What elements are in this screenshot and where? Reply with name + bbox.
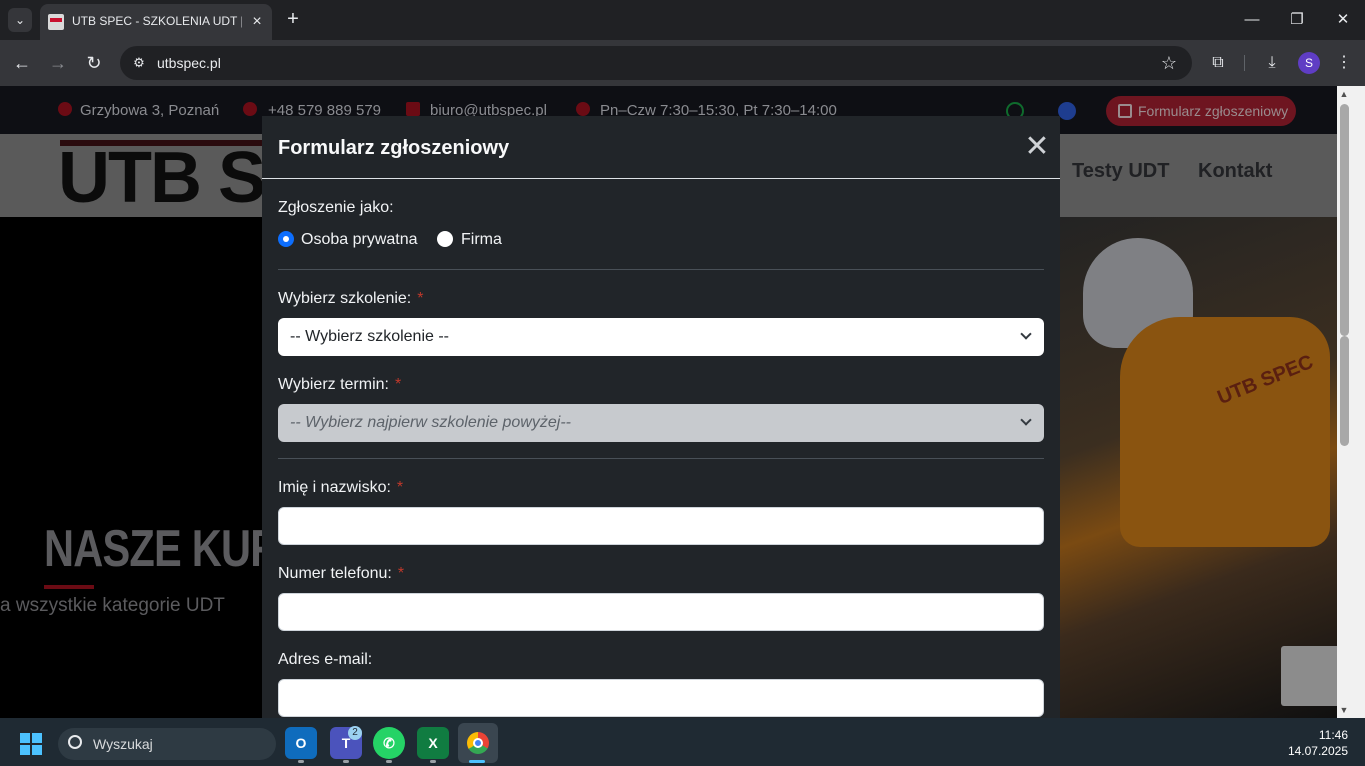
downloads-icon[interactable]: ⤓ [1261,52,1283,74]
scrollbar-thumb-lower[interactable] [1340,336,1349,446]
phone-label: Numer telefonu: * [278,565,405,582]
training-select-value: -- Wybierz szkolenie -- [290,328,449,345]
phone-input[interactable] [278,593,1044,631]
registration-modal: Formularz zgłoszeniowy ✕ Zgłoszenie jako… [262,116,1060,718]
clock-date[interactable]: 14.07.2025 [1276,744,1348,758]
applicant-type-label: Zgłoszenie jako: [278,199,394,216]
modal-header-divider [262,178,1060,179]
toolbar-divider [1244,55,1245,71]
taskbar-search-placeholder: Wyszukaj [93,736,153,752]
site-favicon-icon [48,14,64,30]
tab-search-button[interactable]: ⌄ [8,8,32,32]
required-asterisk: * [394,376,402,393]
section-divider [278,269,1044,270]
required-asterisk: * [397,565,405,582]
browser-toolbar: ← → ↻ ⚙ utbspec.pl ☆ ⧉ ⤓ S ⋮ [0,40,1365,86]
chrome-menu-icon[interactable]: ⋮ [1333,52,1355,74]
hero-jacket-shape [1120,317,1330,547]
outlook-icon[interactable]: O [285,727,317,759]
section-divider [278,458,1044,459]
scrollbar-thumb[interactable] [1340,104,1349,336]
facebook-icon[interactable] [1058,102,1076,120]
app-indicator [386,760,392,763]
chrome-taskbar-icon[interactable] [458,723,498,763]
excel-icon[interactable]: X [417,727,449,759]
nav-item-testy-udt[interactable]: Testy UDT [1072,160,1169,183]
radio-private-person-label[interactable]: Osoba prywatna [301,231,418,249]
address-bar[interactable]: ⚙ utbspec.pl ☆ [120,46,1192,80]
name-label: Imię i nazwisko: * [278,479,404,496]
chevron-down-icon [1020,414,1032,426]
clock-icon [576,102,590,116]
phone-icon [243,102,257,116]
url-text[interactable]: utbspec.pl [157,55,221,71]
reload-icon[interactable]: ↻ [81,50,107,76]
tab-close-icon[interactable]: × [248,13,266,31]
app-indicator [343,760,349,763]
whatsapp-app-icon[interactable]: ✆ [373,727,405,759]
training-select[interactable]: -- Wybierz szkolenie -- [278,318,1044,356]
term-select-value: -- Wybierz najpierw szkolenie powyżej-- [290,414,571,431]
bookmark-star-icon[interactable]: ☆ [1158,52,1180,74]
extensions-puzzle-icon[interactable]: ⧉ [1207,52,1229,74]
clock-time[interactable]: 11:46 [1296,728,1348,742]
scroll-up-arrow-icon[interactable]: ▲ [1338,88,1350,100]
hero-subtitle: a wszystkie kategorie UDT [0,595,225,616]
minimize-button[interactable]: — [1237,8,1267,32]
profile-avatar[interactable]: S [1298,52,1320,74]
app-active-indicator [469,760,485,763]
term-select[interactable]: -- Wybierz najpierw szkolenie powyżej-- [278,404,1044,442]
topbar-form-button[interactable]: Formularz zgłoszeniowy [1106,96,1296,126]
windows-start-icon[interactable] [20,733,42,755]
edit-form-icon [1118,104,1132,118]
windows-taskbar: Wyszukaj O T 2 ✆ X 11:46 14.07.2025 [0,718,1365,766]
modal-close-icon[interactable]: ✕ [1022,132,1052,162]
radio-company[interactable] [437,231,453,247]
nav-item-kontakt[interactable]: Kontakt [1198,160,1272,183]
required-asterisk: * [396,479,404,496]
training-label: Wybierz szkolenie: * [278,290,424,307]
search-icon [68,735,82,749]
location-pin-icon [58,102,72,116]
site-info-icon[interactable]: ⚙ [130,54,148,72]
chevron-down-icon [1020,328,1032,340]
topbar-form-label: Formularz zgłoszeniowy [1138,103,1289,119]
hero-underline [44,585,94,589]
required-asterisk: * [417,290,424,307]
restore-button[interactable]: ❐ [1282,8,1312,32]
radio-company-label[interactable]: Firma [461,231,502,249]
topbar-address: Grzybowa 3, Poznań [80,102,220,119]
forward-arrow-icon[interactable]: → [45,50,71,76]
site-logo[interactable]: UTB S [58,142,266,214]
radio-private-person[interactable] [278,231,294,247]
browser-tab-strip: ⌄ UTB SPEC - SZKOLENIA UDT | W × + — ❐ ✕ [0,0,1365,40]
envelope-icon [406,102,420,116]
scroll-down-arrow-icon[interactable]: ▼ [1338,704,1350,716]
window-close-button[interactable]: ✕ [1328,8,1358,32]
term-label: Wybierz termin: * [278,376,402,393]
email-input[interactable] [278,679,1044,717]
new-tab-button[interactable]: + [283,9,303,31]
back-arrow-icon[interactable]: ← [9,50,35,76]
email-label: Adres e-mail: [278,651,373,668]
recaptcha-badge[interactable] [1281,646,1337,706]
modal-title: Formularz zgłoszeniowy [278,137,510,159]
tab-title: UTB SPEC - SZKOLENIA UDT | W [72,14,242,28]
name-input[interactable] [278,507,1044,545]
browser-tab-active[interactable]: UTB SPEC - SZKOLENIA UDT | W × [40,4,272,40]
app-indicator [430,760,436,763]
taskbar-search[interactable]: Wyszukaj [58,728,276,760]
teams-badge: 2 [348,726,362,740]
app-indicator [298,760,304,763]
